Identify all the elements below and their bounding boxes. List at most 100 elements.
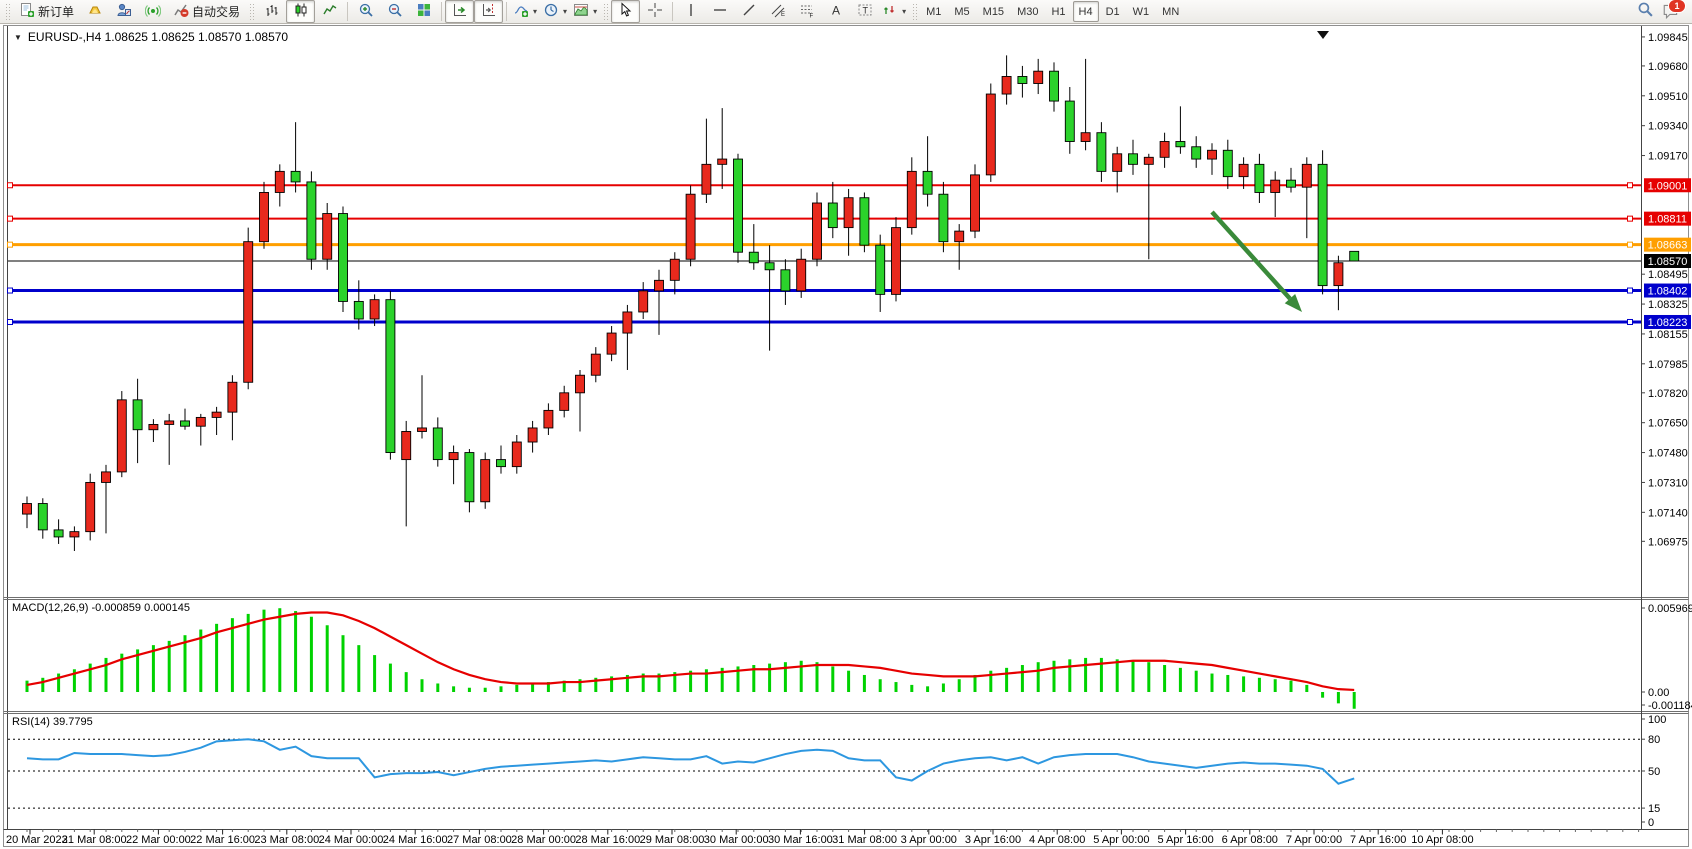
vertical-line-tool-button[interactable] — [676, 0, 705, 23]
profile-button[interactable] — [109, 0, 138, 23]
search-icon[interactable] — [1637, 1, 1654, 23]
period-button-MN[interactable]: MN — [1156, 1, 1185, 22]
period-button-H1[interactable]: H1 — [1045, 1, 1071, 22]
svg-text:28 Mar 16:00: 28 Mar 16:00 — [575, 834, 640, 846]
svg-text:1.09170: 1.09170 — [1648, 151, 1688, 163]
toolbar-grip[interactable] — [603, 3, 608, 21]
text-label-tool-button[interactable]: T — [850, 0, 879, 23]
period-button-D1[interactable]: D1 — [1100, 1, 1126, 22]
svg-text:27 Mar 08:00: 27 Mar 08:00 — [447, 834, 512, 846]
cursor-tool-button[interactable] — [611, 0, 640, 23]
signal-button[interactable] — [138, 0, 167, 23]
svg-text:1.07480: 1.07480 — [1648, 448, 1688, 460]
zoom-out-button[interactable] — [380, 0, 409, 23]
market-watch-button[interactable] — [80, 0, 109, 23]
svg-text:0: 0 — [1648, 817, 1654, 829]
period-switcher: M1M5M15M30H1H4D1W1MN — [920, 1, 1185, 22]
chart-title-collapse-icon[interactable]: ▼ — [14, 33, 22, 42]
tile-windows-icon — [416, 2, 432, 21]
period-button-H4[interactable]: H4 — [1073, 1, 1099, 22]
arrows-tool-icon — [882, 2, 898, 21]
chart-shift-icon — [481, 2, 497, 21]
tile-windows-button[interactable] — [409, 0, 438, 23]
text-tool-button[interactable]: A — [821, 0, 850, 23]
crosshair-icon — [647, 2, 663, 21]
notification-badge: 1 — [1668, 0, 1686, 13]
svg-text:1.08811: 1.08811 — [1648, 214, 1687, 226]
svg-text:1.07985: 1.07985 — [1648, 359, 1688, 371]
chart-title[interactable]: ▼ EURUSD-,H4 1.08625 1.08625 1.08570 1.0… — [14, 30, 288, 44]
chart-canvas[interactable]: 1.098451.096801.095101.093401.091701.084… — [0, 0, 1692, 849]
auto-trading-icon — [173, 2, 189, 21]
svg-text:1.09510: 1.09510 — [1648, 91, 1688, 103]
gold-icon — [87, 2, 103, 21]
svg-text:0.00: 0.00 — [1648, 687, 1669, 699]
svg-text:1.08495: 1.08495 — [1648, 269, 1688, 281]
notifications-button[interactable]: 1 — [1662, 2, 1682, 22]
svg-text:22 Mar 16:00: 22 Mar 16:00 — [190, 834, 255, 846]
svg-text:3 Apr 00:00: 3 Apr 00:00 — [901, 834, 957, 846]
zoom-in-button[interactable] — [351, 0, 380, 23]
crosshair-tool-button[interactable] — [640, 0, 669, 23]
svg-text:1.08325: 1.08325 — [1648, 299, 1688, 311]
svg-text:30 Mar 00:00: 30 Mar 00:00 — [704, 834, 769, 846]
bar-chart-mode-button[interactable] — [257, 0, 286, 23]
timeframes-menu-button[interactable]: ▾ — [540, 0, 570, 23]
svg-text:1.07310: 1.07310 — [1648, 477, 1688, 489]
svg-text:0.005969: 0.005969 — [1648, 603, 1692, 615]
toolbar: 新订单 自动交易 — [0, 0, 1692, 24]
svg-text:5 Apr 16:00: 5 Apr 16:00 — [1157, 834, 1213, 846]
svg-text:1.09680: 1.09680 — [1648, 61, 1688, 73]
period-button-W1[interactable]: W1 — [1127, 1, 1156, 22]
chart-shift-button[interactable] — [474, 0, 503, 23]
svg-text:F: F — [809, 14, 813, 19]
rsi-indicator-label: RSI(14) 39.7795 — [12, 716, 93, 728]
svg-text:1.09001: 1.09001 — [1648, 180, 1688, 192]
line-chart-mode-button[interactable] — [315, 0, 344, 23]
channel-tool-button[interactable]: E — [763, 0, 792, 23]
arrows-tool-button[interactable]: ▾ — [879, 0, 909, 23]
channel-icon: E — [770, 2, 786, 21]
toolbar-grip[interactable] — [5, 3, 10, 21]
templates-button[interactable]: ▾ — [570, 0, 600, 23]
indicators-caret-icon: ▾ — [533, 7, 537, 16]
svg-text:7 Apr 16:00: 7 Apr 16:00 — [1350, 834, 1406, 846]
arrows-caret-icon: ▾ — [902, 7, 906, 16]
svg-text:10 Apr 08:00: 10 Apr 08:00 — [1411, 834, 1473, 846]
horizontal-line-tool-button[interactable] — [705, 0, 734, 23]
period-button-M1[interactable]: M1 — [920, 1, 947, 22]
fibonacci-tool-button[interactable]: F — [792, 0, 821, 23]
candlestick-icon — [293, 2, 309, 21]
zoom-in-icon — [358, 2, 374, 21]
toolbar-grip[interactable] — [912, 3, 917, 21]
templates-caret-icon: ▾ — [593, 7, 597, 16]
new-order-button[interactable]: 新订单 — [13, 0, 80, 23]
svg-text:1.08223: 1.08223 — [1648, 317, 1688, 329]
chart-title-text: EURUSD-,H4 1.08625 1.08625 1.08570 1.085… — [28, 30, 288, 44]
svg-text:3 Apr 16:00: 3 Apr 16:00 — [965, 834, 1021, 846]
signal-icon — [145, 2, 161, 21]
auto-trading-label: 自动交易 — [192, 3, 240, 20]
toolbar-grip[interactable] — [249, 3, 254, 21]
auto-trading-button[interactable]: 自动交易 — [167, 0, 246, 23]
auto-scroll-button[interactable] — [445, 0, 474, 23]
zoom-out-icon — [387, 2, 403, 21]
svg-text:1.08570: 1.08570 — [1648, 256, 1688, 268]
indicators-button[interactable]: ▾ — [510, 0, 540, 23]
svg-text:-0.001184: -0.001184 — [1648, 700, 1692, 712]
trendline-tool-button[interactable] — [734, 0, 763, 23]
svg-text:24 Mar 00:00: 24 Mar 00:00 — [319, 834, 384, 846]
horizontal-line-icon — [712, 2, 728, 21]
svg-text:1.08663: 1.08663 — [1648, 240, 1688, 252]
svg-text:1.06975: 1.06975 — [1648, 536, 1688, 548]
svg-text:E: E — [781, 12, 785, 18]
svg-text:23 Mar 08:00: 23 Mar 08:00 — [254, 834, 319, 846]
svg-text:31 Mar 08:00: 31 Mar 08:00 — [832, 834, 897, 846]
candlestick-mode-button[interactable] — [286, 0, 315, 23]
period-button-M30[interactable]: M30 — [1011, 1, 1044, 22]
period-button-M5[interactable]: M5 — [948, 1, 975, 22]
period-button-M15[interactable]: M15 — [977, 1, 1010, 22]
svg-text:80: 80 — [1648, 734, 1660, 746]
timeframes-caret-icon: ▾ — [563, 7, 567, 16]
text-label-icon: T — [857, 2, 873, 21]
